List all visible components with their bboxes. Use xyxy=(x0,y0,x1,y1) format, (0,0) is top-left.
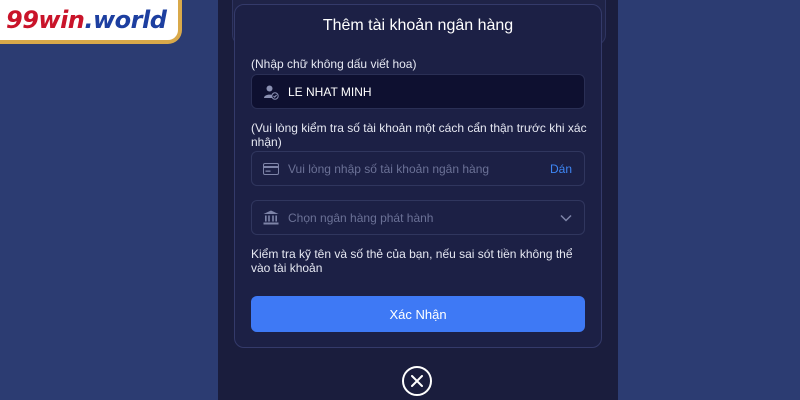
name-hint-label: (Nhập chữ không dấu viết hoa) xyxy=(251,57,417,71)
credit-card-icon xyxy=(262,161,280,177)
account-number-hint-label: (Vui lòng kiểm tra số tài khoản một cách… xyxy=(251,121,587,149)
confirm-button[interactable]: Xác Nhận xyxy=(251,296,585,332)
account-holder-name-field[interactable]: LE NHAT MINH xyxy=(251,74,585,109)
account-holder-name-value: LE NHAT MINH xyxy=(288,84,372,99)
close-icon xyxy=(411,375,423,387)
right-background xyxy=(618,0,800,400)
logo-number: 99 xyxy=(6,6,39,34)
account-number-placeholder: Vui lòng nhập số tài khoản ngân hàng xyxy=(288,161,490,176)
logo-domain: .world xyxy=(84,6,167,34)
modal-title: Thêm tài khoản ngân hàng xyxy=(322,17,514,34)
close-button[interactable] xyxy=(402,366,432,396)
bank-select-placeholder: Chọn ngân hàng phát hành xyxy=(288,210,434,225)
verification-warning: Kiểm tra kỹ tên và số thẻ của bạn, nếu s… xyxy=(251,247,573,275)
account-number-field[interactable]: Vui lòng nhập số tài khoản ngân hàng Dán xyxy=(251,151,585,186)
add-bank-account-modal: Thêm tài khoản ngân hàng (Nhập chữ không… xyxy=(234,4,602,348)
logo-win: win xyxy=(38,6,85,34)
user-check-icon xyxy=(262,84,280,100)
bank-select[interactable]: Chọn ngân hàng phát hành xyxy=(251,200,585,235)
paste-button[interactable]: Dán xyxy=(550,162,572,176)
bank-icon xyxy=(262,210,280,226)
chevron-down-icon xyxy=(560,214,572,222)
left-background xyxy=(0,0,218,400)
brand-logo: 99 win .world xyxy=(0,0,182,44)
